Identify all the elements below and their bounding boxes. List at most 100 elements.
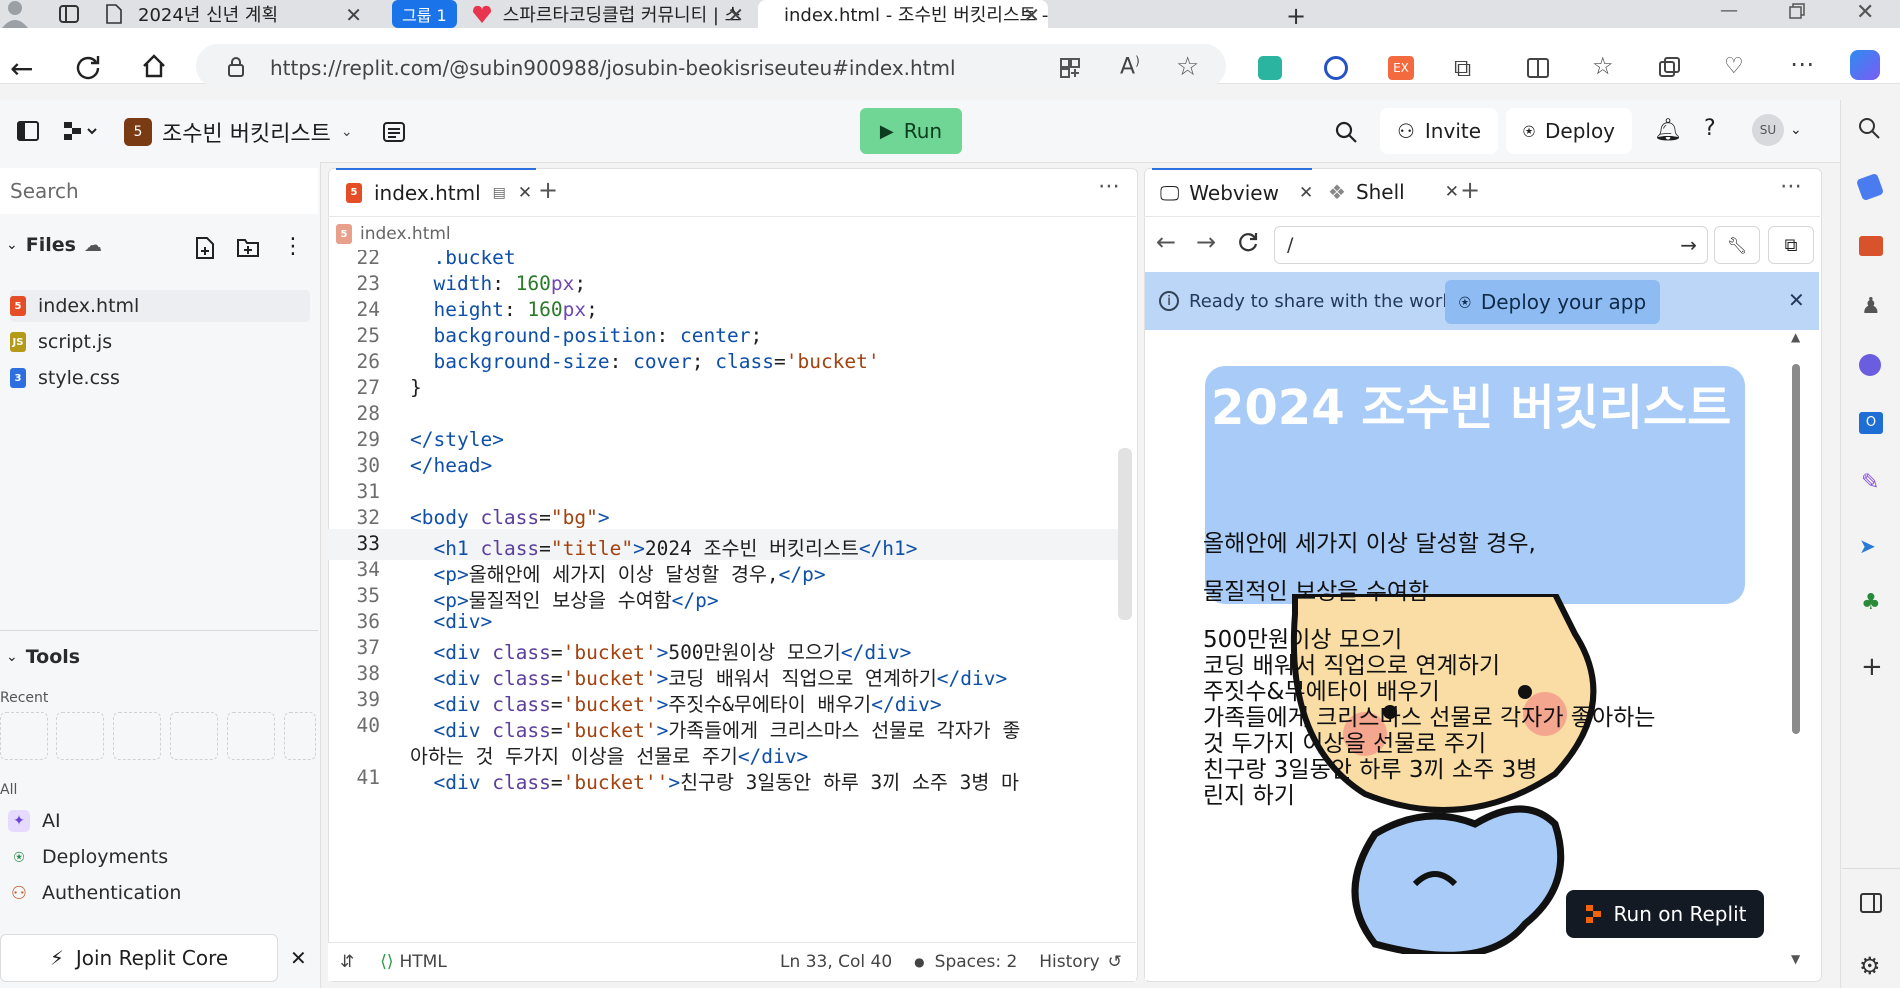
add-tab-icon[interactable]: + <box>538 176 558 204</box>
collections-icon[interactable] <box>1658 56 1682 80</box>
copilot-icon[interactable] <box>1850 50 1880 80</box>
favorites-icon[interactable]: ☆ <box>1592 52 1614 80</box>
close-tab-icon[interactable]: ✕ <box>518 183 532 203</box>
extension-shield-icon[interactable] <box>1324 56 1348 80</box>
language-label[interactable]: HTML <box>400 952 447 972</box>
tab-shell[interactable]: ❖ Shell ✕ <box>1320 168 1470 215</box>
hide-sidebar-icon[interactable] <box>1859 892 1883 914</box>
search-input[interactable]: Search <box>0 168 318 214</box>
designer-icon[interactable]: ✎ <box>1861 470 1879 495</box>
editor-tab-index-html[interactable]: 5 index.html ▤ ✕ <box>336 168 536 215</box>
shopping-tag-icon[interactable] <box>1855 172 1885 202</box>
toggle-sidebar-icon[interactable] <box>16 120 40 142</box>
close-banner-icon[interactable]: ✕ <box>1788 288 1805 312</box>
repl-info-icon[interactable] <box>382 120 406 144</box>
deploy-button[interactable]: ⍟ Deploy <box>1506 108 1632 154</box>
go-arrow-icon[interactable]: → <box>1680 233 1697 257</box>
tab-webview[interactable]: 🖵︎ Webview ✕ <box>1152 168 1313 215</box>
add-tab-icon[interactable]: + <box>1460 176 1480 204</box>
home-icon[interactable] <box>140 52 168 80</box>
close-tab-icon[interactable]: ✕ <box>345 3 362 27</box>
browser-tab-replit[interactable]: index.html - 조수빈 버킷리스트 - ✕ <box>758 0 1048 28</box>
file-item-script-js[interactable]: JS script.js <box>10 326 112 358</box>
file-item-style-css[interactable]: 3 style.css <box>10 362 120 394</box>
help-icon[interactable]: ? <box>1704 116 1716 141</box>
extension-teal-icon[interactable] <box>1258 56 1282 80</box>
recent-slot[interactable] <box>56 712 104 760</box>
close-tab-icon[interactable]: ✕ <box>727 3 744 27</box>
files-header[interactable]: ⌄ Files ☁ <box>6 234 102 256</box>
run-on-replit-button[interactable]: Run on Replit <box>1566 890 1764 938</box>
cursor-position[interactable]: Ln 33, Col 40 <box>780 952 892 972</box>
new-folder-icon[interactable] <box>236 236 260 258</box>
breadcrumb[interactable]: 5 index.html <box>336 224 451 244</box>
recent-slot[interactable] <box>113 712 161 760</box>
recent-slot[interactable] <box>284 712 316 760</box>
open-new-window-icon[interactable]: ⧉ <box>1768 226 1814 264</box>
tools-briefcase-icon[interactable] <box>1859 236 1883 256</box>
devtools-wrench-icon[interactable]: 🔧︎ <box>1714 226 1760 264</box>
close-tab-icon[interactable]: ✕ <box>1445 182 1459 202</box>
microsoft-365-icon[interactable] <box>1859 354 1881 376</box>
tool-item-ai[interactable]: ✦ AI <box>8 810 61 832</box>
replit-logo-icon[interactable] <box>62 120 98 142</box>
extensions-puzzle-icon[interactable]: ⧉ <box>1454 54 1471 82</box>
back-arrow-icon[interactable]: ← <box>10 52 33 85</box>
pane-menu-icon[interactable]: ⋯ <box>1780 174 1802 199</box>
tab-group-badge[interactable]: 그룹 1 <box>392 0 457 28</box>
url-text[interactable]: https://replit.com/@subin900988/josubin-… <box>270 56 956 80</box>
indent-setting[interactable]: Spaces: 2 <box>935 952 1018 972</box>
outlook-icon[interactable]: O <box>1859 412 1883 434</box>
run-button[interactable]: ▶ Run <box>860 108 962 154</box>
close-banner-icon[interactable]: ✕ <box>290 946 307 970</box>
recent-slot[interactable] <box>0 712 48 760</box>
history-button[interactable]: History <box>1039 952 1099 972</box>
extension-ex-icon[interactable]: EX <box>1388 56 1414 80</box>
recent-slot[interactable] <box>227 712 275 760</box>
add-sidebar-app-icon[interactable]: + <box>1861 652 1883 682</box>
reload-icon[interactable] <box>74 52 102 80</box>
profile-avatar-icon[interactable] <box>0 0 30 28</box>
deploy-app-button[interactable]: ⍟ Deploy your app <box>1445 280 1660 324</box>
new-file-icon[interactable] <box>194 236 216 260</box>
tool-item-authentication[interactable]: ⚇ Authentication <box>8 882 182 904</box>
read-aloud-icon[interactable]: A) <box>1120 54 1140 79</box>
more-menu-icon[interactable]: ⋯ <box>1790 50 1814 78</box>
split-screen-icon[interactable] <box>1526 56 1550 80</box>
window-close-icon[interactable]: ✕ <box>1856 0 1874 25</box>
notifications-bell-icon[interactable]: 🔔︎ <box>1654 118 1682 143</box>
tools-header[interactable]: ⌄ Tools <box>6 646 80 668</box>
preview-scrollbar[interactable]: ▲ ▼ <box>1789 332 1801 966</box>
browser-tab-sparta[interactable]: 그룹 1 스파르타코딩클럽 커뮤니티 | 스 ✕ <box>392 0 752 28</box>
webview-back-icon[interactable]: ← <box>1156 228 1176 256</box>
games-icon[interactable]: ♟ <box>1861 294 1881 319</box>
editor-scrollbar[interactable] <box>1118 448 1132 620</box>
console-icon[interactable]: ⇵ <box>340 952 354 972</box>
restore-icon[interactable] <box>1788 2 1806 20</box>
join-core-button[interactable]: ⚡︎ Join Replit Core <box>0 934 278 982</box>
lock-icon[interactable] <box>226 56 246 78</box>
code-editor[interactable]: 21 text-align: center;22 .bucket23 width… <box>328 250 1118 942</box>
recent-slot[interactable] <box>170 712 218 760</box>
webview-reload-icon[interactable] <box>1236 230 1260 254</box>
send-icon[interactable]: ➤ <box>1859 534 1876 558</box>
app-available-icon[interactable] <box>1058 56 1082 80</box>
file-menu-icon[interactable]: ▤ <box>493 185 506 201</box>
close-tab-icon[interactable]: ✕ <box>1299 183 1313 203</box>
minimize-icon[interactable]: — <box>1720 0 1738 21</box>
account-menu[interactable]: SU ⌄ <box>1752 114 1802 146</box>
new-tab-icon[interactable]: + <box>1286 2 1306 30</box>
webview-url-input[interactable]: / → <box>1274 226 1708 264</box>
file-item-index-html[interactable]: 5 index.html <box>10 290 310 322</box>
tab-actions-icon[interactable] <box>58 4 80 24</box>
tool-item-deployments[interactable]: ⍟ Deployments <box>8 846 169 868</box>
performance-heart-icon[interactable]: ♡ <box>1724 54 1744 79</box>
favorite-star-icon[interactable]: ☆ <box>1176 52 1199 82</box>
repl-name[interactable]: 5 조수빈 버킷리스트 ⌄ <box>124 116 353 148</box>
close-tab-icon[interactable]: ✕ <box>1023 3 1040 27</box>
webview-forward-icon[interactable]: → <box>1196 228 1216 256</box>
search-icon[interactable] <box>1857 116 1881 140</box>
tree-icon[interactable]: ♣ <box>1861 590 1881 615</box>
pane-menu-icon[interactable]: ⋯ <box>1098 174 1120 199</box>
browser-tab-plan[interactable]: 2024년 신년 계획 ✕ <box>100 0 370 28</box>
